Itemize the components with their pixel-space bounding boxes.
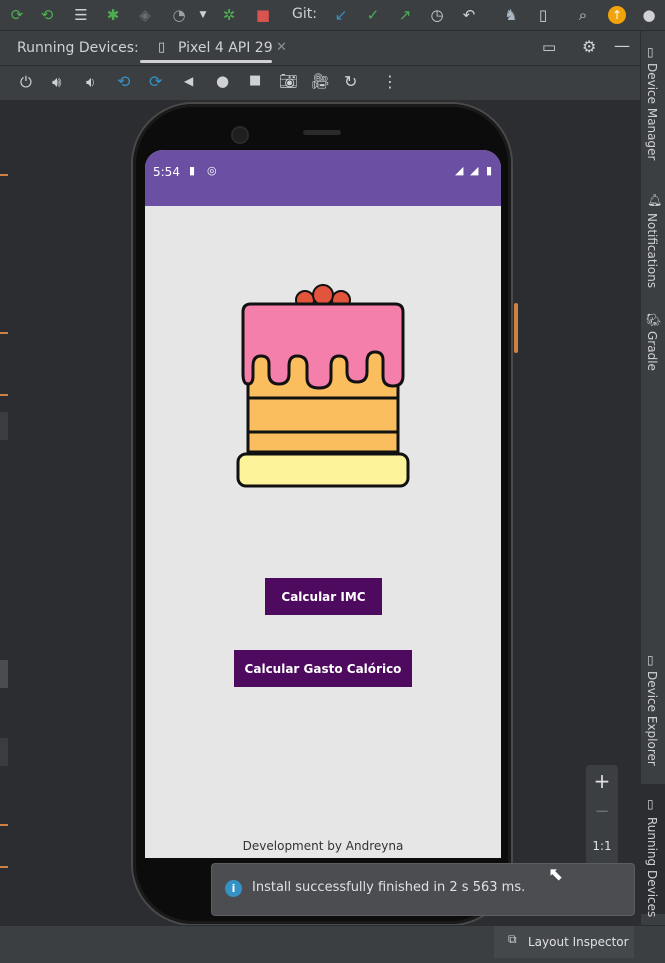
check-icon[interactable]: ✓ (362, 4, 384, 26)
gear-icon[interactable]: ⚙ (582, 37, 596, 56)
running-devices-tab[interactable]: Running Devices (645, 817, 659, 917)
record-icon[interactable]: 🎥︎ (311, 72, 330, 90)
panel-title: Running Devices: (17, 40, 139, 56)
calcular-gasto-calorico-button[interactable]: Calcular Gasto Calórico (234, 650, 412, 687)
sdcard-icon: ▮ (189, 164, 196, 177)
minimize-icon[interactable]: — (614, 36, 630, 55)
notifications-tab[interactable]: Notifications (645, 213, 659, 288)
device-manager-icon: ▯ (647, 45, 654, 59)
stop-icon[interactable]: ■ (252, 4, 274, 26)
phone-icon: ▯ (158, 40, 166, 55)
layout-inspector-icon: ⧉ (508, 932, 517, 946)
power-key[interactable] (514, 303, 518, 353)
update-available-icon[interactable]: ↑ (606, 4, 628, 26)
bug-icon[interactable]: ✲ (218, 4, 240, 26)
battery-icon: ▮ (486, 164, 493, 177)
install-notification[interactable]: i Install successfully finished in 2 s 5… (211, 863, 635, 916)
cake-base (236, 452, 410, 488)
cake-image (236, 283, 410, 488)
sync-all-icon[interactable]: ⟲ (36, 4, 58, 26)
zoom-in-button[interactable]: + (586, 769, 618, 793)
phone-screen[interactable]: 5:54 ▮ ◎ ◢ ◢ ▮ Calcular IMC Calcular Gas… (145, 150, 501, 858)
ide-status-bar: ⧉ Layout Inspector (0, 925, 665, 963)
power-icon[interactable]: ⏻ (20, 73, 32, 91)
debug-icon[interactable]: ✱ (102, 4, 124, 26)
sync-icon[interactable]: ⟳ (6, 4, 28, 26)
wifi-icon: ◢ (455, 164, 464, 177)
account-icon[interactable]: ● (638, 4, 660, 26)
running-devices-tabbar: Running Devices: ▯ Pixel 4 API 29 ✕ ▭ ⚙ … (0, 31, 640, 65)
mouse-cursor-icon: ⬉ (548, 864, 564, 885)
profiler-icon[interactable]: ◈ (134, 4, 156, 26)
rotate-left-icon[interactable]: ⟲ (117, 72, 130, 91)
reset-icon[interactable]: ↻ (344, 72, 357, 91)
update-icon[interactable]: ↙ (330, 4, 352, 26)
search-icon[interactable]: ⌕ (572, 4, 594, 26)
earpiece (303, 130, 341, 135)
undo-icon[interactable]: ↶ (458, 4, 480, 26)
push-icon[interactable]: ↗ (394, 4, 416, 26)
list-icon[interactable]: ☰ (70, 4, 92, 26)
close-icon[interactable]: ✕ (276, 40, 287, 55)
device-controls: ⏻ 🔊︎ 🔉︎ ⟲ ⟳ ◀ ● ■ 📷︎ 🎥︎ ↻ ⋮ (0, 66, 640, 100)
tab-device-label: Pixel 4 API 29 (178, 40, 273, 56)
bell-icon: 🔔︎ (647, 193, 663, 207)
android-icon[interactable]: ♞ (500, 4, 522, 26)
clock: 5:54 (153, 165, 180, 179)
volume-down-icon[interactable]: 🔉︎ (86, 73, 95, 91)
screenshot-icon[interactable]: 📷︎ (279, 72, 298, 90)
layout-inspector-button[interactable]: ⧉ Layout Inspector (494, 926, 634, 958)
history-icon[interactable]: ◷ (426, 4, 448, 26)
zoom-out-button[interactable]: − (586, 801, 618, 822)
front-camera (231, 126, 249, 144)
back-icon[interactable]: ◀ (184, 74, 193, 88)
performance-icon[interactable]: ◔ (168, 4, 190, 26)
footer-credit: Development by Andreyna (242, 839, 404, 853)
main-toolbar: ⟳ ⟲ ☰ ✱ ◈ ◔ ▼ ✲ ■ Git: ↙ ✓ ↗ ◷ ↶ ♞ ▯ ⌕ ↑… (0, 0, 665, 31)
android-status-bar: 5:54 ▮ ◎ ◢ ◢ ▮ (145, 150, 501, 206)
sync-status-icon: ◎ (207, 164, 217, 177)
install-message: Install successfully finished in 2 s 563… (252, 880, 526, 895)
device-explorer-icon: ▯ (647, 653, 654, 667)
volume-up-icon[interactable]: 🔊︎ (52, 73, 61, 91)
calcular-imc-button[interactable]: Calcular IMC (265, 578, 382, 615)
right-tool-strip: ▯ Device Manager 🔔︎ Notifications 🐘︎ Gra… (640, 31, 665, 941)
dropdown-icon[interactable]: ▼ (192, 4, 214, 26)
zoom-controls: + − 1:1 (586, 765, 618, 865)
zoom-actual-size-button[interactable]: 1:1 (586, 839, 618, 853)
gradle-tab[interactable]: Gradle (645, 331, 659, 371)
window-icon[interactable]: ▭ (542, 38, 556, 56)
overview-icon[interactable]: ■ (249, 73, 261, 88)
device-explorer-tab[interactable]: Device Explorer (645, 671, 659, 766)
device-manager-tab[interactable]: Device Manager (645, 63, 659, 160)
signal-icon: ◢ (470, 164, 479, 177)
layout-inspector-label: Layout Inspector (528, 935, 629, 949)
info-icon: i (225, 880, 242, 897)
gradle-icon: 🐘︎ (646, 313, 662, 327)
git-label: Git: (292, 6, 317, 22)
rotate-right-icon[interactable]: ⟳ (149, 72, 162, 91)
more-icon[interactable]: ⋮ (382, 72, 398, 91)
running-devices-icon: ▯ (647, 797, 654, 811)
tab-device[interactable]: ▯ Pixel 4 API 29 ✕ (140, 31, 287, 65)
cake-lower (246, 393, 400, 457)
tab-indicator (140, 60, 272, 63)
device-icon[interactable]: ▯ (532, 4, 554, 26)
home-icon[interactable]: ● (216, 72, 229, 90)
